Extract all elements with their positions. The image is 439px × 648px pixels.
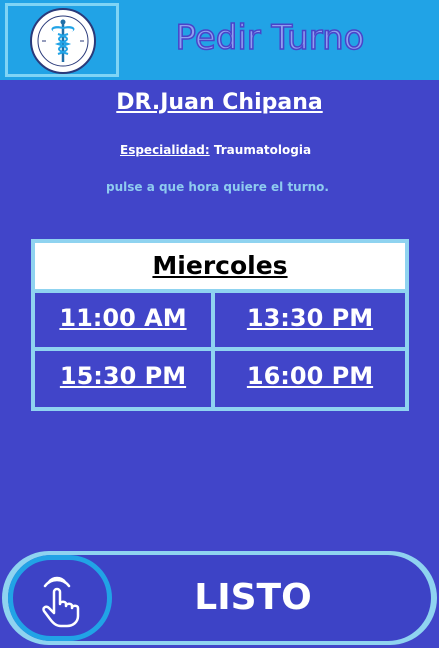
time-slot-button[interactable]: 15:30 PM: [35, 351, 211, 407]
specialty-label: Especialidad:: [120, 143, 210, 157]
listo-button[interactable]: LISTO: [2, 551, 437, 645]
doctor-name: DR.Juan Chipana: [116, 90, 323, 115]
listo-label: LISTO: [194, 577, 312, 618]
listo-button-inner[interactable]: LISTO: [8, 555, 431, 641]
schedule-table: Miercoles 11:00 AM 13:30 PM 15:30 PM 16:…: [31, 239, 409, 411]
time-slot-button[interactable]: 13:30 PM: [215, 293, 405, 347]
logo-container: [5, 3, 119, 77]
specialty-line: Especialidad: Traumatologia: [120, 143, 311, 157]
day-header: Miercoles: [35, 243, 405, 289]
tap-hand-icon: [8, 555, 112, 641]
time-slot-button[interactable]: 11:00 AM: [35, 293, 211, 347]
instruction-text: pulse a que hora quiere el turno.: [105, 180, 329, 194]
app-header: Pedir Turno: [0, 0, 439, 80]
caduceus-icon: [30, 8, 96, 74]
time-slot-button[interactable]: 16:00 PM: [215, 351, 405, 407]
page-title: Pedir Turno: [175, 17, 365, 59]
specialty-value: Traumatologia: [213, 143, 312, 157]
